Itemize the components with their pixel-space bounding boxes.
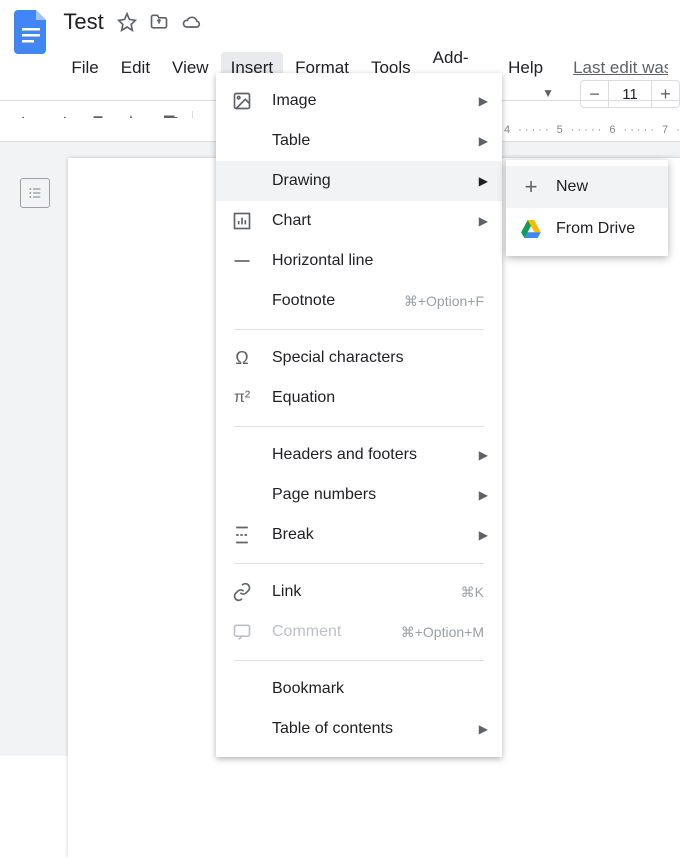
insert-link[interactable]: Link ⌘K [216,572,502,612]
submenu-arrow-icon: ▶ [479,134,488,148]
menu-label: Horizontal line [272,252,484,270]
outline-toggle[interactable] [20,178,50,208]
submenu-arrow-icon: ▶ [479,174,488,188]
submenu-arrow-icon: ▶ [479,94,488,108]
font-size-value[interactable]: 11 [609,86,651,103]
menu-label: Image [272,92,484,110]
menu-label: Headers and footers [272,446,484,464]
insert-equation[interactable]: π² Equation [216,378,502,418]
move-icon[interactable] [148,11,170,33]
font-size-increase[interactable]: + [651,80,679,108]
shortcut-label: ⌘K [461,584,484,601]
link-icon [230,580,254,604]
menu-label: Special characters [272,349,484,367]
last-edit-link[interactable]: Last edit was s [573,58,668,78]
drawing-submenu: + New From Drive [506,160,668,256]
menu-label: Comment [272,623,401,641]
shortcut-label: ⌘+Option+M [401,624,484,641]
drawing-from-drive[interactable]: From Drive [506,208,668,250]
insert-chart[interactable]: Chart ▶ [216,201,502,241]
insert-comment: Comment ⌘+Option+M [216,612,502,652]
hline-icon [230,249,254,273]
menu-label: Link [272,583,461,601]
menu-label: Chart [272,212,484,230]
font-size-control: − 11 + [580,80,680,108]
submenu-arrow-icon: ▶ [479,488,488,502]
insert-drawing[interactable]: Drawing ▶ [216,161,502,201]
doc-title[interactable]: Test [61,7,105,37]
pi-icon: π² [230,386,254,410]
insert-table[interactable]: Table ▶ [216,121,502,161]
menu-view[interactable]: View [162,52,219,84]
insert-horizontal-line[interactable]: Horizontal line [216,241,502,281]
omega-icon: Ω [230,346,254,370]
comment-icon [230,620,254,644]
menu-edit[interactable]: Edit [111,52,160,84]
drive-icon [520,218,542,240]
menu-label: Footnote [272,292,404,310]
image-icon [230,89,254,113]
plus-icon: + [520,176,542,198]
cloud-status-icon[interactable] [180,11,202,33]
insert-special-chars[interactable]: Ω Special characters [216,338,502,378]
insert-bookmark[interactable]: Bookmark [216,669,502,709]
font-size-decrease[interactable]: − [581,80,609,108]
star-icon[interactable] [116,11,138,33]
menu-label: Drawing [272,172,484,190]
menu-label: Page numbers [272,486,484,504]
insert-break[interactable]: Break ▶ [216,515,502,555]
menu-label: Table of contents [272,720,484,738]
submenu-arrow-icon: ▶ [479,214,488,228]
menu-label: Equation [272,389,484,407]
insert-image[interactable]: Image ▶ [216,81,502,121]
submenu-arrow-icon: ▶ [479,722,488,736]
insert-toc[interactable]: Table of contents ▶ [216,709,502,749]
zoom-caret-icon[interactable]: ▼ [542,86,554,100]
insert-headers-footers[interactable]: Headers and footers ▶ [216,435,502,475]
insert-page-numbers[interactable]: Page numbers ▶ [216,475,502,515]
insert-dropdown: Image ▶ Table ▶ Drawing ▶ Chart ▶ Horizo… [216,73,502,757]
submenu-label: New [556,178,588,196]
docs-logo[interactable] [12,8,51,56]
menu-label: Break [272,526,484,544]
break-icon [230,523,254,547]
menu-label: Bookmark [272,680,484,698]
chart-icon [230,209,254,233]
menu-label: Table [272,132,484,150]
submenu-arrow-icon: ▶ [479,448,488,462]
submenu-label: From Drive [556,220,635,238]
drawing-new[interactable]: + New [506,166,668,208]
insert-footnote[interactable]: Footnote ⌘+Option+F [216,281,502,321]
shortcut-label: ⌘+Option+F [404,293,484,310]
submenu-arrow-icon: ▶ [479,528,488,542]
menu-help[interactable]: Help [498,52,553,84]
menu-file[interactable]: File [61,52,108,84]
